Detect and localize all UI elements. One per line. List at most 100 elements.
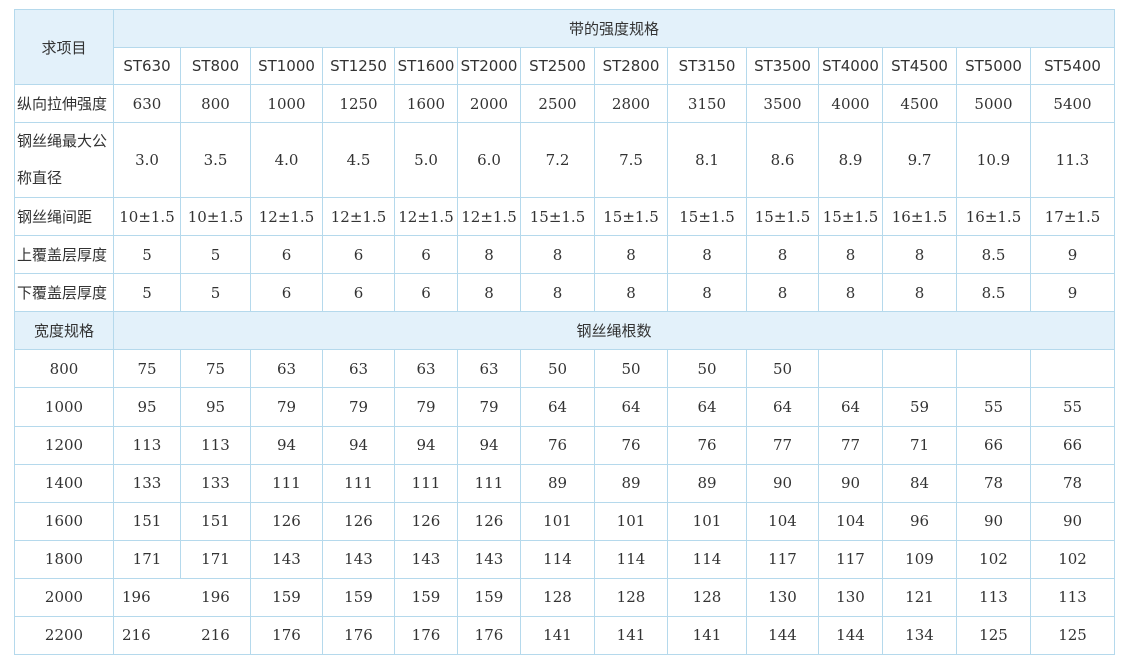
spec-name-cell: ST2000 (457, 47, 521, 86)
property-value: 16±1.5 (882, 197, 957, 237)
cord-count-cell: 216 (180, 615, 251, 656)
property-row: 纵向拉伸强度 630 800 1000 1250 1600 2000 2500 2800 3150… (14, 84, 1116, 124)
cord-count-cell: 63 (322, 349, 395, 389)
spec-name-cell: ST2500 (520, 47, 595, 86)
cord-count-cell: 216 (113, 615, 181, 656)
cord-count-cell: 114 (667, 539, 747, 579)
cord-count-cell: 114 (594, 539, 668, 579)
cord-count-cell: 143 (250, 539, 323, 579)
cord-count-cell (1029, 349, 1116, 389)
spec-name-cell: ST3150 (667, 47, 747, 86)
width-label: 2000 (14, 577, 114, 617)
property-value: 2800 (594, 84, 668, 124)
width-row: 1400 133 133 111 111 111 111 89 89 89 90 90 84 78 78 (14, 463, 1116, 503)
cord-count-cell: 90 (1029, 501, 1116, 541)
spec-name-row: ST630 ST800 ST1000 ST1250 ST1600 ST2000 ST2500… (15, 47, 1116, 86)
cord-count-cell: 130 (746, 577, 819, 617)
cord-count-cell: 94 (394, 425, 458, 465)
property-value: 8 (746, 273, 819, 313)
width-row: 1000 95 95 79 79 79 79 64 64 64 64 64 59 55 55 (14, 387, 1116, 427)
spec-name-cell: ST4500 (882, 47, 957, 86)
property-row: 下覆盖层厚度 5 5 6 6 6 8 8 8 8 8 8 8 8.5 9 (14, 273, 1116, 313)
property-row: 钢丝绳间距 10±1.5 10±1.5 12±1.5 12±1.5 12±1.5 12±1.… (14, 197, 1116, 237)
cord-count-cell: 63 (250, 349, 323, 389)
cord-count-cell: 64 (746, 387, 819, 427)
property-value: 7.5 (594, 122, 668, 199)
width-row: 800 75 75 63 63 63 63 50 50 50 50 (14, 349, 1116, 389)
property-value: 800 (180, 84, 251, 124)
width-row: 2000 196 196 159 159 159 159 128 128 128 130 130 121… (14, 577, 1116, 617)
property-value: 4500 (882, 84, 957, 124)
property-value: 8 (594, 235, 668, 275)
width-row: 1600 151 151 126 126 126 126 101 101 101 104 104 96 9… (14, 501, 1116, 541)
belt-spec-table: 求项目 带的强度规格 ST630 ST800 ST1000 ST1250 ST1600 ST2… (14, 8, 1116, 656)
cord-count-header-cell: 钢丝绳根数 (112, 311, 1116, 351)
cord-count-cell: 114 (520, 539, 595, 579)
cord-count-cell: 64 (667, 387, 747, 427)
property-value: 5 (113, 235, 181, 275)
cord-count-cell: 90 (956, 501, 1031, 541)
property-value: 9 (1029, 235, 1116, 275)
cord-count-cell: 59 (882, 387, 957, 427)
spec-name-cell: ST5000 (956, 47, 1031, 86)
property-value: 4.0 (250, 122, 323, 199)
cord-count-cell: 111 (250, 463, 323, 503)
property-value: 8.5 (956, 273, 1031, 313)
cord-count-cell: 126 (250, 501, 323, 541)
property-value: 8 (882, 273, 957, 313)
cord-count-cell: 64 (594, 387, 668, 427)
cord-count-cell: 102 (1029, 539, 1116, 579)
cord-count-cell: 159 (394, 577, 458, 617)
property-value: 6.0 (457, 122, 521, 199)
cord-count-cell: 63 (394, 349, 458, 389)
cord-count-cell: 84 (882, 463, 957, 503)
cord-count-cell: 101 (594, 501, 668, 541)
property-value: 8 (520, 235, 595, 275)
cord-count-cell (882, 349, 957, 389)
cord-count-cell: 76 (667, 425, 747, 465)
cord-count-cell: 176 (394, 615, 458, 656)
property-value: 6 (322, 273, 395, 313)
cord-count-cell: 77 (818, 425, 883, 465)
property-value: 8 (457, 273, 521, 313)
header-row: 求项目 带的强度规格 (14, 8, 1116, 86)
property-value: 2000 (457, 84, 521, 124)
property-value: 1600 (394, 84, 458, 124)
cord-count-cell: 64 (520, 387, 595, 427)
property-value: 10±1.5 (180, 197, 251, 237)
property-value: 11.3 (1029, 122, 1116, 199)
property-value: 1000 (250, 84, 323, 124)
property-value: 8 (746, 235, 819, 275)
cord-count-cell: 76 (520, 425, 595, 465)
cord-count-cell: 104 (746, 501, 819, 541)
property-value: 12±1.5 (394, 197, 458, 237)
cord-count-cell: 113 (956, 577, 1031, 617)
cord-count-cell: 196 (113, 577, 181, 617)
property-value: 3150 (667, 84, 747, 124)
property-value: 5000 (956, 84, 1031, 124)
property-value: 4.5 (322, 122, 395, 199)
cord-count-cell: 143 (457, 539, 521, 579)
cord-count-cell: 144 (746, 615, 819, 656)
cord-count-cell: 196 (180, 577, 251, 617)
cord-count-cell: 50 (746, 349, 819, 389)
cord-count-cell: 78 (956, 463, 1031, 503)
cord-count-cell: 128 (594, 577, 668, 617)
cord-count-cell: 141 (667, 615, 747, 656)
cord-count-cell: 63 (457, 349, 521, 389)
cord-count-cell (818, 349, 883, 389)
cord-count-cell: 50 (594, 349, 668, 389)
cord-count-cell: 101 (667, 501, 747, 541)
property-value: 17±1.5 (1029, 197, 1116, 237)
cord-count-cell: 89 (594, 463, 668, 503)
cord-count-cell: 79 (457, 387, 521, 427)
cord-count-cell: 113 (180, 425, 251, 465)
cord-count-cell: 125 (1029, 615, 1116, 656)
property-value: 5 (180, 273, 251, 313)
spec-name-cell: ST5400 (1029, 47, 1116, 86)
width-label: 1800 (14, 539, 114, 579)
property-value: 9.7 (882, 122, 957, 199)
cord-count-cell: 55 (1029, 387, 1116, 427)
property-value: 6 (250, 235, 323, 275)
property-value: 8 (818, 273, 883, 313)
